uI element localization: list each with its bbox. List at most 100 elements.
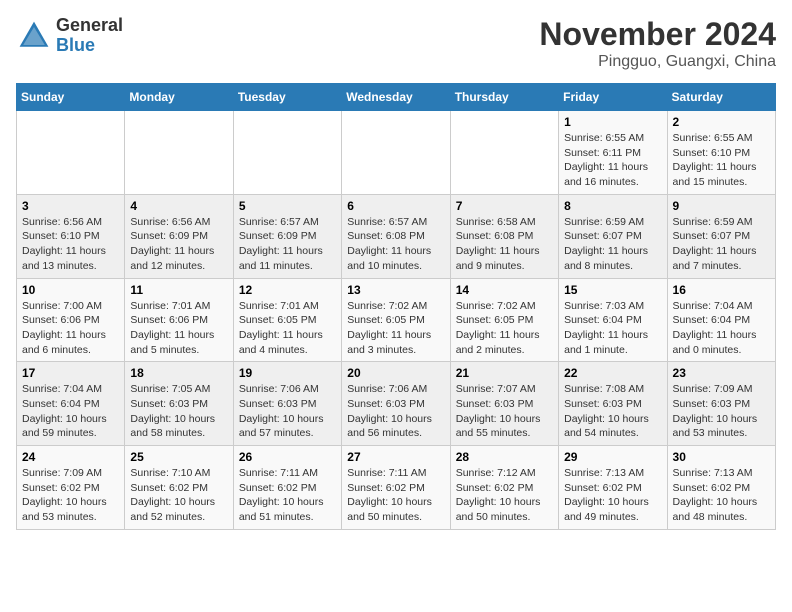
page-header: General Blue November 2024 Pingguo, Guan…	[16, 16, 776, 71]
weekday-header-friday: Friday	[559, 84, 667, 111]
day-number: 20	[347, 366, 444, 380]
day-number: 28	[456, 450, 553, 464]
day-number: 9	[673, 199, 770, 213]
day-number: 10	[22, 283, 119, 297]
day-number: 25	[130, 450, 227, 464]
calendar-cell: 3Sunrise: 6:56 AMSunset: 6:10 PMDaylight…	[17, 194, 125, 278]
calendar-cell: 17Sunrise: 7:04 AMSunset: 6:04 PMDayligh…	[17, 362, 125, 446]
calendar-cell: 23Sunrise: 7:09 AMSunset: 6:03 PMDayligh…	[667, 362, 775, 446]
weekday-header-tuesday: Tuesday	[233, 84, 341, 111]
logo-text: General Blue	[56, 16, 123, 56]
logo-blue: Blue	[56, 36, 123, 56]
calendar-cell: 9 Sunrise: 6:59 AMSunset: 6:07 PMDaylight…	[667, 194, 775, 278]
calendar-cell: 14 Sunrise: 7:02 AMSunset: 6:05 PMDayligh…	[450, 278, 558, 362]
calendar-cell	[17, 111, 125, 195]
day-number: 7	[456, 199, 553, 213]
day-number: 16	[673, 283, 770, 297]
day-number: 18	[130, 366, 227, 380]
day-info: Sunrise: 6:59 AMSunset: 6:07 PMDaylight:…	[673, 215, 770, 274]
day-number: 19	[239, 366, 336, 380]
calendar-cell: 22 Sunrise: 7:08 AMSunset: 6:03 PMDayligh…	[559, 362, 667, 446]
day-info: Sunrise: 7:08 AMSunset: 6:03 PMDaylight:…	[564, 382, 661, 441]
calendar-week-5: 24Sunrise: 7:09 AMSunset: 6:02 PMDayligh…	[17, 446, 776, 530]
calendar-cell: 16 Sunrise: 7:04 AMSunset: 6:04 PMDayligh…	[667, 278, 775, 362]
calendar-cell: 8Sunrise: 6:59 AMSunset: 6:07 PMDaylight…	[559, 194, 667, 278]
day-info: Sunrise: 6:57 AMSunset: 6:09 PMDaylight:…	[239, 215, 336, 274]
calendar-cell: 27 Sunrise: 7:11 AMSunset: 6:02 PMDayligh…	[342, 446, 450, 530]
page-title: November 2024	[539, 16, 776, 53]
weekday-header-wednesday: Wednesday	[342, 84, 450, 111]
calendar-header: SundayMondayTuesdayWednesdayThursdayFrid…	[17, 84, 776, 111]
calendar-cell: 20 Sunrise: 7:06 AMSunset: 6:03 PMDayligh…	[342, 362, 450, 446]
calendar-cell: 21 Sunrise: 7:07 AMSunset: 6:03 PMDayligh…	[450, 362, 558, 446]
day-info: Sunrise: 7:09 AMSunset: 6:03 PMDaylight:…	[673, 382, 770, 441]
calendar-cell: 26 Sunrise: 7:11 AMSunset: 6:02 PMDayligh…	[233, 446, 341, 530]
day-info: Sunrise: 7:00 AMSunset: 6:06 PMDaylight:…	[22, 299, 119, 358]
calendar-table: SundayMondayTuesdayWednesdayThursdayFrid…	[16, 83, 776, 530]
day-number: 3	[22, 199, 119, 213]
day-info: Sunrise: 6:55 AMSunset: 6:11 PMDaylight:…	[564, 131, 661, 190]
day-info: Sunrise: 7:06 AMSunset: 6:03 PMDaylight:…	[239, 382, 336, 441]
page-subtitle: Pingguo, Guangxi, China	[539, 53, 776, 71]
day-number: 30	[673, 450, 770, 464]
calendar-cell: 19 Sunrise: 7:06 AMSunset: 6:03 PMDayligh…	[233, 362, 341, 446]
calendar-cell: 15Sunrise: 7:03 AMSunset: 6:04 PMDayligh…	[559, 278, 667, 362]
day-info: Sunrise: 6:57 AMSunset: 6:08 PMDaylight:…	[347, 215, 444, 274]
day-info: Sunrise: 7:02 AMSunset: 6:05 PMDaylight:…	[456, 299, 553, 358]
calendar-cell	[342, 111, 450, 195]
day-info: Sunrise: 7:03 AMSunset: 6:04 PMDaylight:…	[564, 299, 661, 358]
day-info: Sunrise: 7:04 AMSunset: 6:04 PMDaylight:…	[22, 382, 119, 441]
day-info: Sunrise: 7:13 AMSunset: 6:02 PMDaylight:…	[564, 466, 661, 525]
day-info: Sunrise: 7:06 AMSunset: 6:03 PMDaylight:…	[347, 382, 444, 441]
day-info: Sunrise: 7:01 AMSunset: 6:05 PMDaylight:…	[239, 299, 336, 358]
calendar-cell: 25 Sunrise: 7:10 AMSunset: 6:02 PMDayligh…	[125, 446, 233, 530]
day-number: 14	[456, 283, 553, 297]
logo-general: General	[56, 16, 123, 36]
weekday-header-thursday: Thursday	[450, 84, 558, 111]
day-number: 12	[239, 283, 336, 297]
day-info: Sunrise: 7:07 AMSunset: 6:03 PMDaylight:…	[456, 382, 553, 441]
calendar-week-1: 1 Sunrise: 6:55 AMSunset: 6:11 PMDaylight…	[17, 111, 776, 195]
day-number: 11	[130, 283, 227, 297]
day-number: 6	[347, 199, 444, 213]
calendar-cell: 5 Sunrise: 6:57 AMSunset: 6:09 PMDaylight…	[233, 194, 341, 278]
day-number: 5	[239, 199, 336, 213]
day-number: 29	[564, 450, 661, 464]
day-number: 24	[22, 450, 119, 464]
day-number: 4	[130, 199, 227, 213]
calendar-cell: 12 Sunrise: 7:01 AMSunset: 6:05 PMDayligh…	[233, 278, 341, 362]
calendar-week-4: 17Sunrise: 7:04 AMSunset: 6:04 PMDayligh…	[17, 362, 776, 446]
day-info: Sunrise: 7:05 AMSunset: 6:03 PMDaylight:…	[130, 382, 227, 441]
day-info: Sunrise: 7:01 AMSunset: 6:06 PMDaylight:…	[130, 299, 227, 358]
calendar-cell	[233, 111, 341, 195]
day-number: 27	[347, 450, 444, 464]
weekday-header-saturday: Saturday	[667, 84, 775, 111]
calendar-cell: 29 Sunrise: 7:13 AMSunset: 6:02 PMDayligh…	[559, 446, 667, 530]
day-info: Sunrise: 6:55 AMSunset: 6:10 PMDaylight:…	[673, 131, 770, 190]
calendar-cell: 10 Sunrise: 7:00 AMSunset: 6:06 PMDayligh…	[17, 278, 125, 362]
weekday-row: SundayMondayTuesdayWednesdayThursdayFrid…	[17, 84, 776, 111]
day-info: Sunrise: 7:04 AMSunset: 6:04 PMDaylight:…	[673, 299, 770, 358]
calendar-body: 1 Sunrise: 6:55 AMSunset: 6:11 PMDaylight…	[17, 111, 776, 530]
logo: General Blue	[16, 16, 123, 56]
day-info: Sunrise: 6:56 AMSunset: 6:09 PMDaylight:…	[130, 215, 227, 274]
weekday-header-sunday: Sunday	[17, 84, 125, 111]
calendar-cell: 2 Sunrise: 6:55 AMSunset: 6:10 PMDaylight…	[667, 111, 775, 195]
day-number: 22	[564, 366, 661, 380]
day-info: Sunrise: 7:02 AMSunset: 6:05 PMDaylight:…	[347, 299, 444, 358]
day-number: 2	[673, 115, 770, 129]
day-info: Sunrise: 7:11 AMSunset: 6:02 PMDaylight:…	[239, 466, 336, 525]
calendar-cell: 24Sunrise: 7:09 AMSunset: 6:02 PMDayligh…	[17, 446, 125, 530]
day-info: Sunrise: 6:59 AMSunset: 6:07 PMDaylight:…	[564, 215, 661, 274]
day-number: 26	[239, 450, 336, 464]
day-info: Sunrise: 7:10 AMSunset: 6:02 PMDaylight:…	[130, 466, 227, 525]
calendar-cell: 30 Sunrise: 7:13 AMSunset: 6:02 PMDayligh…	[667, 446, 775, 530]
calendar-cell	[450, 111, 558, 195]
calendar-cell: 1 Sunrise: 6:55 AMSunset: 6:11 PMDaylight…	[559, 111, 667, 195]
day-number: 21	[456, 366, 553, 380]
day-info: Sunrise: 7:11 AMSunset: 6:02 PMDaylight:…	[347, 466, 444, 525]
calendar-cell	[125, 111, 233, 195]
calendar-cell: 4 Sunrise: 6:56 AMSunset: 6:09 PMDaylight…	[125, 194, 233, 278]
day-info: Sunrise: 7:13 AMSunset: 6:02 PMDaylight:…	[673, 466, 770, 525]
day-number: 1	[564, 115, 661, 129]
